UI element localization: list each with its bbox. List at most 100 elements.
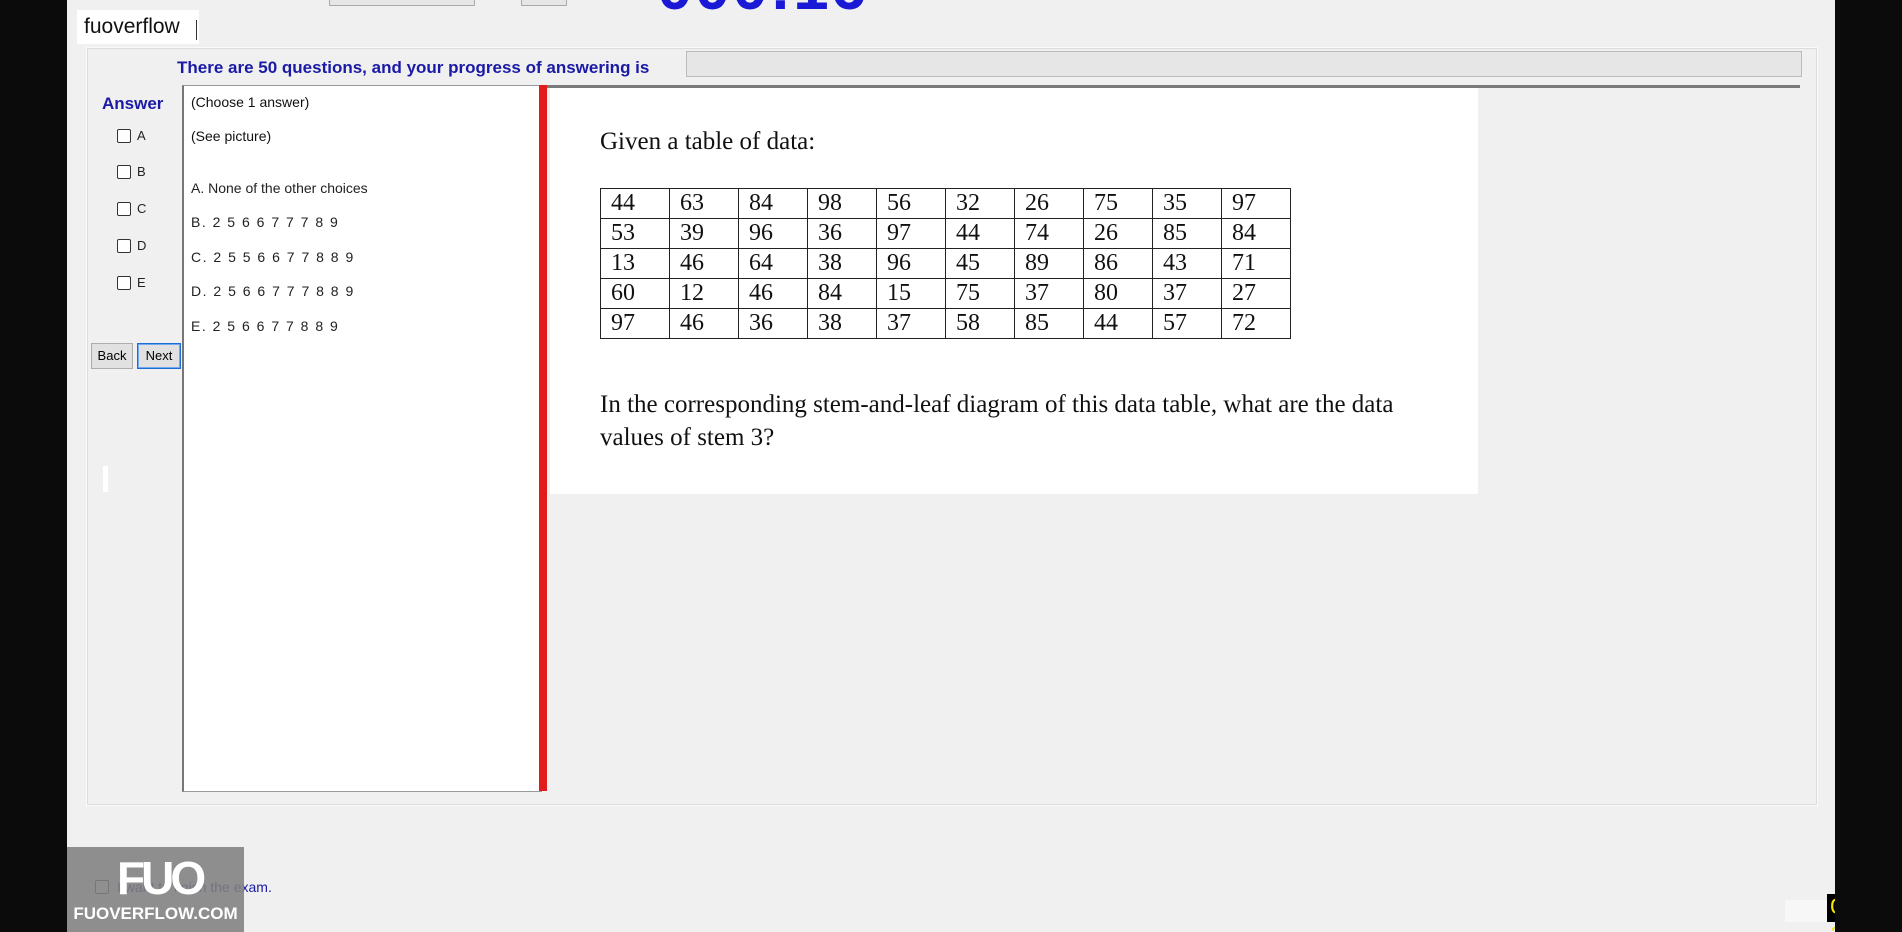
answer-label: Answer [102, 94, 164, 113]
checkbox-c[interactable] [117, 201, 131, 216]
question-counter: Q: 20 [1827, 894, 1835, 932]
table-cell: 56 [876, 188, 946, 219]
question-text-panel: (Choose 1 answer) (See picture) A. None … [182, 85, 542, 792]
data-table: 44 63 84 98 56 32 26 75 35 97 53 39 96 36 97 44 74 26 85 84… [600, 188, 1291, 339]
answer-option-a[interactable]: A [117, 128, 146, 143]
fuoverflow-logo: FUO FUOVERFLOW.COM [67, 847, 244, 932]
question-instruction: (Choose 1 answer) [191, 94, 310, 110]
table-cell: 38 [807, 248, 877, 279]
table-cell: 75 [945, 278, 1015, 309]
picture-question: In the corresponding stem-and-leaf diagr… [600, 391, 1394, 451]
table-cell: 96 [738, 218, 808, 249]
divider-bar[interactable] [539, 85, 547, 791]
table-row: 60 12 46 84 15 75 37 80 37 27 [600, 278, 1291, 309]
table-cell: 45 [945, 248, 1015, 279]
top-small-control[interactable] [521, 0, 567, 6]
option-label-c: C [137, 201, 147, 216]
table-cell: 97 [1221, 188, 1291, 219]
top-dropdown[interactable] [329, 0, 475, 6]
table-cell: 36 [738, 308, 808, 339]
table-row: 44 63 84 98 56 32 26 75 35 97 [600, 188, 1291, 219]
panel-splitter-handle[interactable] [103, 466, 108, 492]
table-cell: 12 [669, 278, 739, 309]
checkbox-e[interactable] [117, 275, 131, 290]
choice-a: A. None of the other choices [191, 180, 368, 196]
table-cell: 98 [807, 188, 877, 219]
table-cell: 63 [669, 188, 739, 219]
table-cell: 64 [738, 248, 808, 279]
table-cell: 85 [1152, 218, 1222, 249]
table-cell: 84 [807, 278, 877, 309]
table-cell: 35 [1152, 188, 1222, 219]
table-cell: 80 [1083, 278, 1153, 309]
exam-window: 000:16 fuoverflow There are 50 questions… [67, 0, 1835, 932]
table-cell: 86 [1083, 248, 1153, 279]
table-cell: 57 [1152, 308, 1222, 339]
table-cell: 46 [669, 308, 739, 339]
table-cell: 46 [669, 248, 739, 279]
answer-option-d[interactable]: D [117, 238, 146, 253]
counter-backdrop [1785, 900, 1827, 922]
table-cell: 26 [1014, 188, 1084, 219]
table-cell: 53 [600, 218, 670, 249]
exam-timer: 000:16 [657, 0, 868, 24]
table-cell: 44 [600, 188, 670, 219]
progress-bar [686, 51, 1802, 77]
see-picture-label: (See picture) [191, 128, 272, 144]
logo-text: FUOVERFLOW.COM [73, 904, 238, 923]
choice-b: B. 2 5 6 6 7 7 7 8 9 [191, 214, 340, 230]
table-cell: 38 [807, 308, 877, 339]
option-label-a: A [137, 128, 146, 143]
table-row: 53 39 96 36 97 44 74 26 85 84 [600, 218, 1291, 249]
table-cell: 58 [945, 308, 1015, 339]
table-cell: 71 [1221, 248, 1291, 279]
table-cell: 60 [600, 278, 670, 309]
next-button[interactable]: Next [137, 343, 181, 369]
back-button[interactable]: Back [91, 343, 133, 369]
table-cell: 75 [1083, 188, 1153, 219]
checkbox-d[interactable] [117, 238, 131, 253]
table-cell: 74 [1014, 218, 1084, 249]
table-cell: 15 [876, 278, 946, 309]
table-cell: 97 [600, 308, 670, 339]
answer-option-e[interactable]: E [117, 275, 146, 290]
question-picture: Given a table of data: 44 63 84 98 56 32 26 75 3… [550, 88, 1478, 494]
table-cell: 37 [1014, 278, 1084, 309]
choice-c: C. 2 5 5 6 6 7 7 8 8 9 [191, 249, 355, 265]
table-cell: 37 [876, 308, 946, 339]
progress-text: There are 50 questions, and your progres… [177, 58, 650, 77]
table-cell: 89 [1014, 248, 1084, 279]
table-row: 97 46 36 38 37 58 85 44 57 72 [600, 308, 1291, 339]
table-cell: 27 [1221, 278, 1291, 309]
table-cell: 44 [945, 218, 1015, 249]
brand-label: fuoverflow [77, 10, 199, 44]
table-cell: 84 [1221, 218, 1291, 249]
table-cell: 46 [738, 278, 808, 309]
table-cell: 43 [1152, 248, 1222, 279]
table-cell: 84 [738, 188, 808, 219]
table-cell: 37 [1152, 278, 1222, 309]
table-cell: 26 [1083, 218, 1153, 249]
logo-mark: FUO [117, 852, 206, 904]
table-cell: 13 [600, 248, 670, 279]
table-cell: 44 [1083, 308, 1153, 339]
checkbox-b[interactable] [117, 164, 131, 179]
table-cell: 96 [876, 248, 946, 279]
table-cell: 39 [669, 218, 739, 249]
table-cell: 72 [1221, 308, 1291, 339]
table-cell: 32 [945, 188, 1015, 219]
checkbox-a[interactable] [117, 128, 131, 143]
option-label-e: E [137, 275, 146, 290]
choice-e: E. 2 5 6 6 7 7 8 8 9 [191, 318, 340, 334]
table-cell: 85 [1014, 308, 1084, 339]
choice-d: D. 2 5 6 6 7 7 7 8 8 9 [191, 283, 355, 299]
option-label-b: B [137, 164, 146, 179]
table-cell: 97 [876, 218, 946, 249]
table-cell: 36 [807, 218, 877, 249]
answer-option-b[interactable]: B [117, 164, 146, 179]
table-row: 13 46 64 38 96 45 89 86 43 71 [600, 248, 1291, 279]
text-caret [196, 20, 197, 40]
picture-title: Given a table of data: [600, 128, 816, 155]
option-label-d: D [137, 238, 147, 253]
answer-option-c[interactable]: C [117, 201, 146, 216]
